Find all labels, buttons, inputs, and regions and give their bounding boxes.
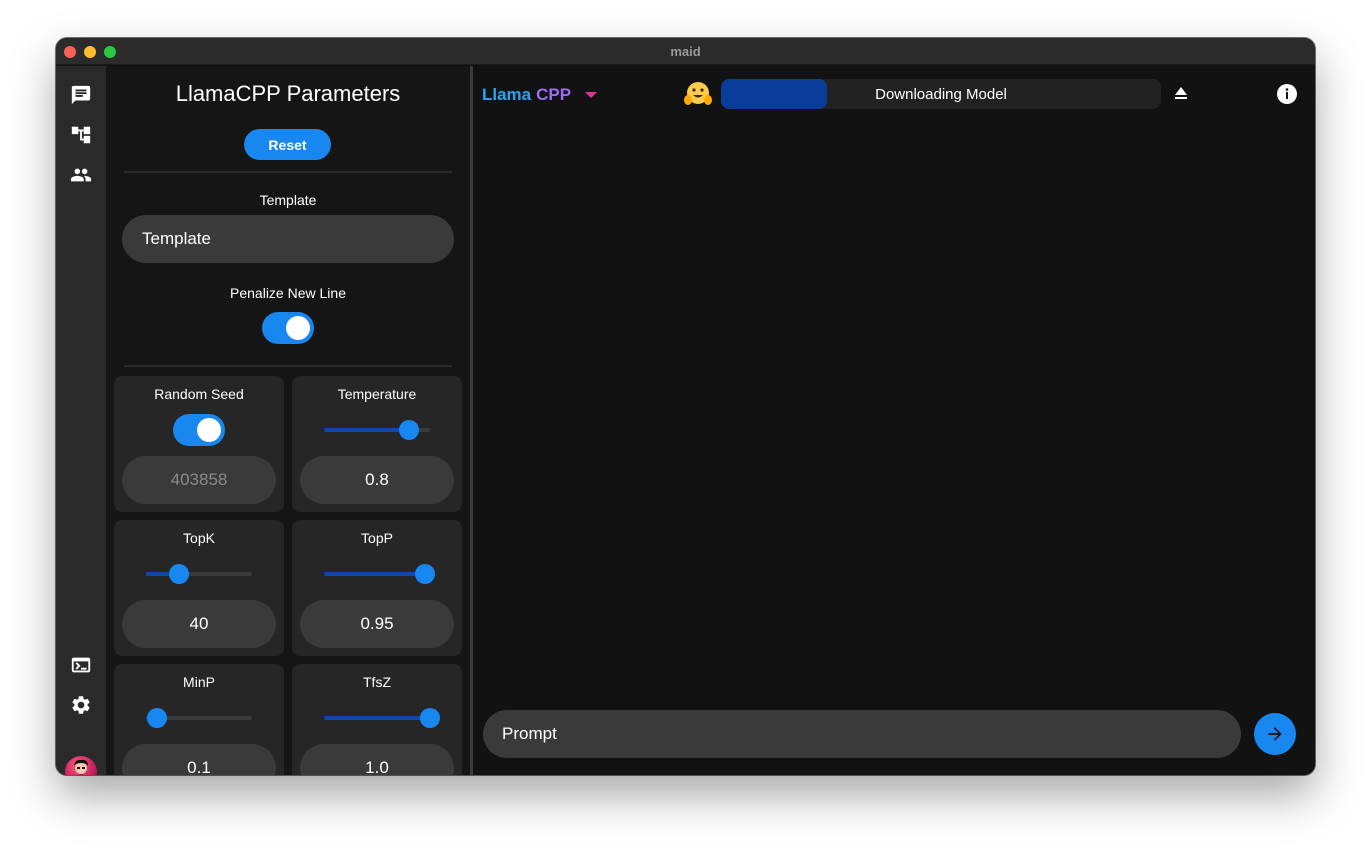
slider-fill: [324, 716, 430, 720]
api-name-cpp: CPP: [536, 85, 572, 104]
minp-card: MinP 0.1: [114, 664, 284, 775]
prompt-placeholder: Prompt: [502, 724, 557, 743]
topk-card: TopK 40: [114, 520, 284, 656]
slider-thumb[interactable]: [398, 420, 419, 440]
temperature-value-input[interactable]: 0.8: [300, 456, 454, 504]
chat-area: Llama CPP Downloading Model Prompt: [473, 66, 1315, 775]
topk-slider[interactable]: [146, 564, 252, 584]
random-seed-label: Random Seed: [154, 386, 244, 402]
template-input[interactable]: Template: [122, 215, 454, 263]
topp-card: TopP 0.95: [292, 520, 462, 656]
caret-down-icon: [585, 92, 598, 98]
template-label: Template: [259, 192, 317, 208]
topp-slider[interactable]: [324, 564, 435, 584]
topp-value-input[interactable]: 0.95: [300, 600, 454, 648]
download-progress-bar: Downloading Model: [721, 79, 1161, 109]
app-window: maid LlamaCPP Parameters Reset Template …: [56, 38, 1315, 775]
divider: [124, 171, 452, 173]
topp-label: TopP: [361, 530, 393, 546]
send-button[interactable]: [1254, 713, 1296, 755]
tfsz-card: TfsZ 1.0: [292, 664, 462, 775]
progress-text: Downloading Model: [875, 86, 1007, 103]
topk-value-input[interactable]: 40: [122, 600, 276, 648]
tfsz-label: TfsZ: [363, 674, 391, 690]
slider-thumb[interactable]: [420, 708, 440, 728]
minp-value-input[interactable]: 0.1: [122, 744, 276, 775]
tfsz-slider[interactable]: [324, 708, 440, 728]
slider-thumb[interactable]: [414, 564, 435, 584]
temperature-card: Temperature 0.8: [292, 376, 462, 512]
topk-label: TopK: [183, 530, 215, 546]
toggle-knob: [197, 418, 221, 442]
terminal-icon[interactable]: [69, 653, 93, 677]
slider-thumb[interactable]: [146, 708, 167, 728]
random-seed-card: Random Seed 403858: [114, 376, 284, 512]
avatar[interactable]: [65, 756, 97, 775]
navigation-rail: [56, 66, 106, 775]
random-seed-toggle[interactable]: [173, 414, 225, 446]
reset-button[interactable]: Reset: [244, 129, 331, 160]
template-placeholder: Template: [142, 229, 211, 248]
window-title: maid: [670, 44, 701, 59]
penalize-new-line-label: Penalize New Line: [230, 285, 346, 301]
gear-icon[interactable]: [69, 693, 93, 717]
temperature-label: Temperature: [337, 386, 417, 402]
arrow-right-icon: [1268, 727, 1282, 741]
penalize-new-line-toggle[interactable]: [262, 312, 314, 344]
divider: [124, 365, 452, 367]
chat-icon[interactable]: [69, 83, 93, 107]
minp-label: MinP: [183, 674, 215, 690]
hierarchy-icon[interactable]: [69, 123, 93, 147]
parameters-panel: LlamaCPP Parameters Reset Template Templ…: [106, 66, 470, 775]
slider-thumb[interactable]: [168, 564, 189, 584]
title-bar: maid: [56, 38, 1315, 65]
eject-icon[interactable]: [1173, 85, 1189, 101]
people-icon[interactable]: [69, 163, 93, 187]
panel-title: LlamaCPP Parameters: [175, 81, 401, 106]
api-dropdown[interactable]: Llama CPP: [482, 85, 598, 105]
huggingface-icon[interactable]: [683, 79, 713, 109]
tfsz-value-input[interactable]: 1.0: [300, 744, 454, 775]
info-icon[interactable]: [1276, 83, 1298, 105]
temperature-slider[interactable]: [324, 420, 430, 440]
toggle-knob: [286, 316, 310, 340]
api-name-llama: Llama: [482, 85, 532, 104]
slider-fill: [324, 428, 409, 432]
minp-slider[interactable]: [146, 708, 252, 728]
seed-value-input[interactable]: 403858: [122, 456, 276, 504]
prompt-input[interactable]: Prompt: [483, 710, 1241, 758]
slider-fill: [324, 572, 425, 576]
